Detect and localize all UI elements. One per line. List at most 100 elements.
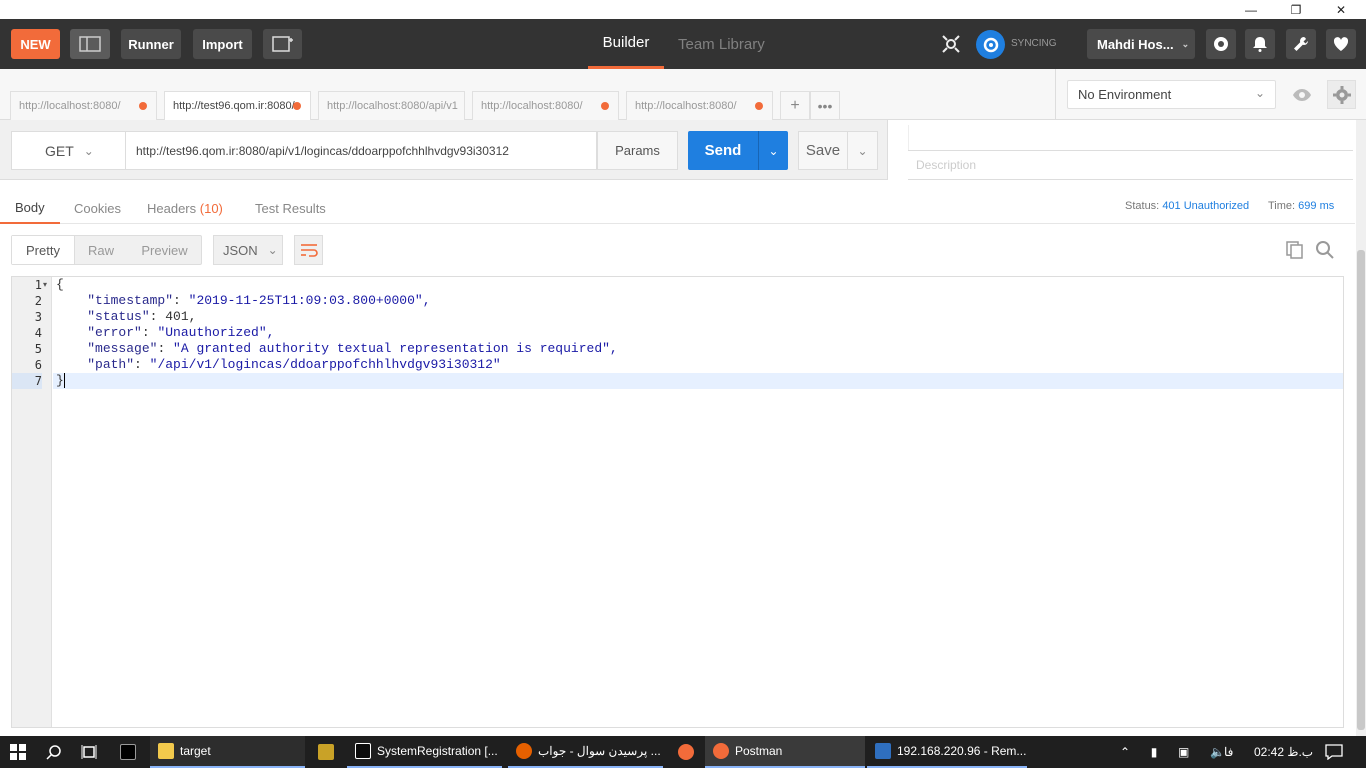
network-icon[interactable]: ▣ [1178,745,1189,759]
taskbar: target SystemRegistration [... پرسیدن سو… [0,736,1366,768]
import-button[interactable]: Import [193,29,252,59]
text-cursor: ​ [63,373,65,388]
language-select[interactable]: JSON ⌄ [213,235,283,265]
chevron-down-icon: ⌄ [267,243,278,257]
windows-icon [10,744,26,760]
taskbar-item-firefox[interactable]: پرسیدن سوال - جواب ... [508,736,663,768]
request-tab[interactable]: http://localhost:8080/ [472,91,619,120]
terminal-icon [120,744,136,760]
taskbar-pinned-postman[interactable] [678,736,698,768]
user-menu-button[interactable]: Mahdi Hos... ⌄ [1087,29,1195,59]
runner-button[interactable]: Runner [121,29,181,59]
gear-icon [1332,85,1351,104]
code-line: { [56,277,64,292]
search-button[interactable] [1315,240,1335,260]
tab-test-results[interactable]: Test Results [255,192,326,224]
new-button[interactable]: NEW [11,29,60,59]
search-icon [46,745,61,760]
manage-environments-button[interactable] [1327,80,1356,109]
unsaved-dot-icon [755,102,763,110]
eye-icon [1292,88,1311,101]
request-name-area[interactable] [908,125,1353,150]
code-line: "message": "A granted authority textual … [87,341,618,356]
line-number: 7 [12,373,42,389]
environment-quick-look-button[interactable] [1287,80,1316,109]
notifications-button[interactable] [1245,29,1275,59]
request-tab[interactable]: http://localhost:8080/ [10,91,157,120]
wrap-lines-button[interactable] [294,235,323,265]
request-tab[interactable]: http://localhost:8080/api/v1 [318,91,465,120]
toggle-sidebar-button[interactable] [70,29,110,59]
tab-headers[interactable]: Headers (10) [147,192,223,224]
format-pretty[interactable]: Pretty [12,236,75,264]
send-options-button[interactable]: ⌄ [758,131,788,170]
tab-body[interactable]: Body [0,192,60,224]
new-window-button[interactable] [263,29,302,59]
method-select[interactable]: GET ⌄ [11,131,126,170]
chevron-down-icon: ⌄ [1254,86,1265,100]
intellij-icon [355,743,371,759]
postman-icon [713,743,729,759]
remote-desktop-icon [875,743,891,759]
request-tab-active[interactable]: http://test96.qom.ir:8080/ [164,91,311,120]
description-field[interactable]: Description [908,150,1353,180]
clock[interactable]: ب.ظ 02:42 [1254,736,1314,768]
chevron-down-icon: ⌄ [857,143,868,158]
line-number: 6 [34,358,42,372]
scrollbar-thumb[interactable] [1357,250,1365,730]
task-view-button[interactable] [81,736,99,768]
taskbar-item-remote-desktop[interactable]: 192.168.220.96 - Rem... [867,736,1027,768]
battery-icon[interactable]: ▮ [1151,745,1158,759]
save-options-button[interactable]: ⌄ [848,131,878,170]
add-tab-icon[interactable]: + [780,91,810,120]
window-titlebar: — ❐ ✕ [0,0,1366,19]
close-icon[interactable]: ✕ [1318,0,1364,19]
response-body-editor[interactable]: 1 ▾ 2 3 4 5 6 7 { "timestamp": "2019-11-… [11,276,1344,728]
postman-icon [678,744,694,760]
taskbar-pinned-app[interactable] [318,736,338,768]
current-line-highlight [53,373,1343,389]
environment-select[interactable]: No Environment ⌄ [1067,80,1276,109]
sidebar-layout-icon [79,36,101,52]
tab-team-library[interactable]: Team Library [678,19,770,69]
line-number: 5 [34,342,42,356]
sync-label: SYNCING [1011,38,1057,49]
fold-arrow-icon[interactable]: ▾ [43,277,47,293]
chevron-up-icon[interactable]: ⌃ [1120,745,1130,759]
format-preview[interactable]: Preview [127,236,202,264]
interceptor-button[interactable] [936,29,966,59]
response-status: Status: 401 Unauthorized [1125,200,1250,212]
params-button[interactable]: Params [597,131,678,170]
taskbar-item-intellij[interactable]: SystemRegistration [... [347,736,502,768]
volume-icon[interactable]: 🔈 [1210,745,1225,759]
settings-button[interactable] [1286,29,1316,59]
capture-button[interactable] [1206,29,1236,59]
tab-builder[interactable]: Builder [588,19,664,69]
sync-icon [983,37,998,52]
copy-button[interactable] [1285,240,1305,260]
taskbar-item-target[interactable]: target [150,736,305,768]
save-button[interactable]: Save [798,131,848,170]
heart-button[interactable] [1326,29,1356,59]
environment-panel: No Environment ⌄ [1055,69,1366,120]
task-view-icon [81,745,97,759]
format-raw[interactable]: Raw [75,236,127,264]
response-time: Time: 699 ms [1268,200,1335,212]
code-line: "status": 401, [87,309,197,324]
restore-icon[interactable]: ❐ [1273,0,1319,19]
url-input[interactable]: http://test96.qom.ir:8080/api/v1/loginca… [126,131,597,170]
request-tab[interactable]: http://localhost:8080/ [626,91,773,120]
start-button[interactable] [10,736,30,768]
cmd-button[interactable] [120,736,138,768]
tab-cookies[interactable]: Cookies [74,192,121,224]
search-button[interactable] [46,736,64,768]
line-gutter: 1 ▾ 2 3 4 5 6 7 [12,277,52,727]
language-indicator[interactable]: فا [1224,736,1244,768]
send-button[interactable]: Send [688,131,758,170]
minimize-icon[interactable]: — [1228,0,1274,19]
sync-status-button[interactable] [976,30,1005,59]
notification-center-button[interactable] [1325,736,1345,768]
more-tabs-icon[interactable]: ••• [810,91,840,120]
taskbar-item-postman[interactable]: Postman [705,736,865,768]
line-number: 3 [34,310,42,324]
